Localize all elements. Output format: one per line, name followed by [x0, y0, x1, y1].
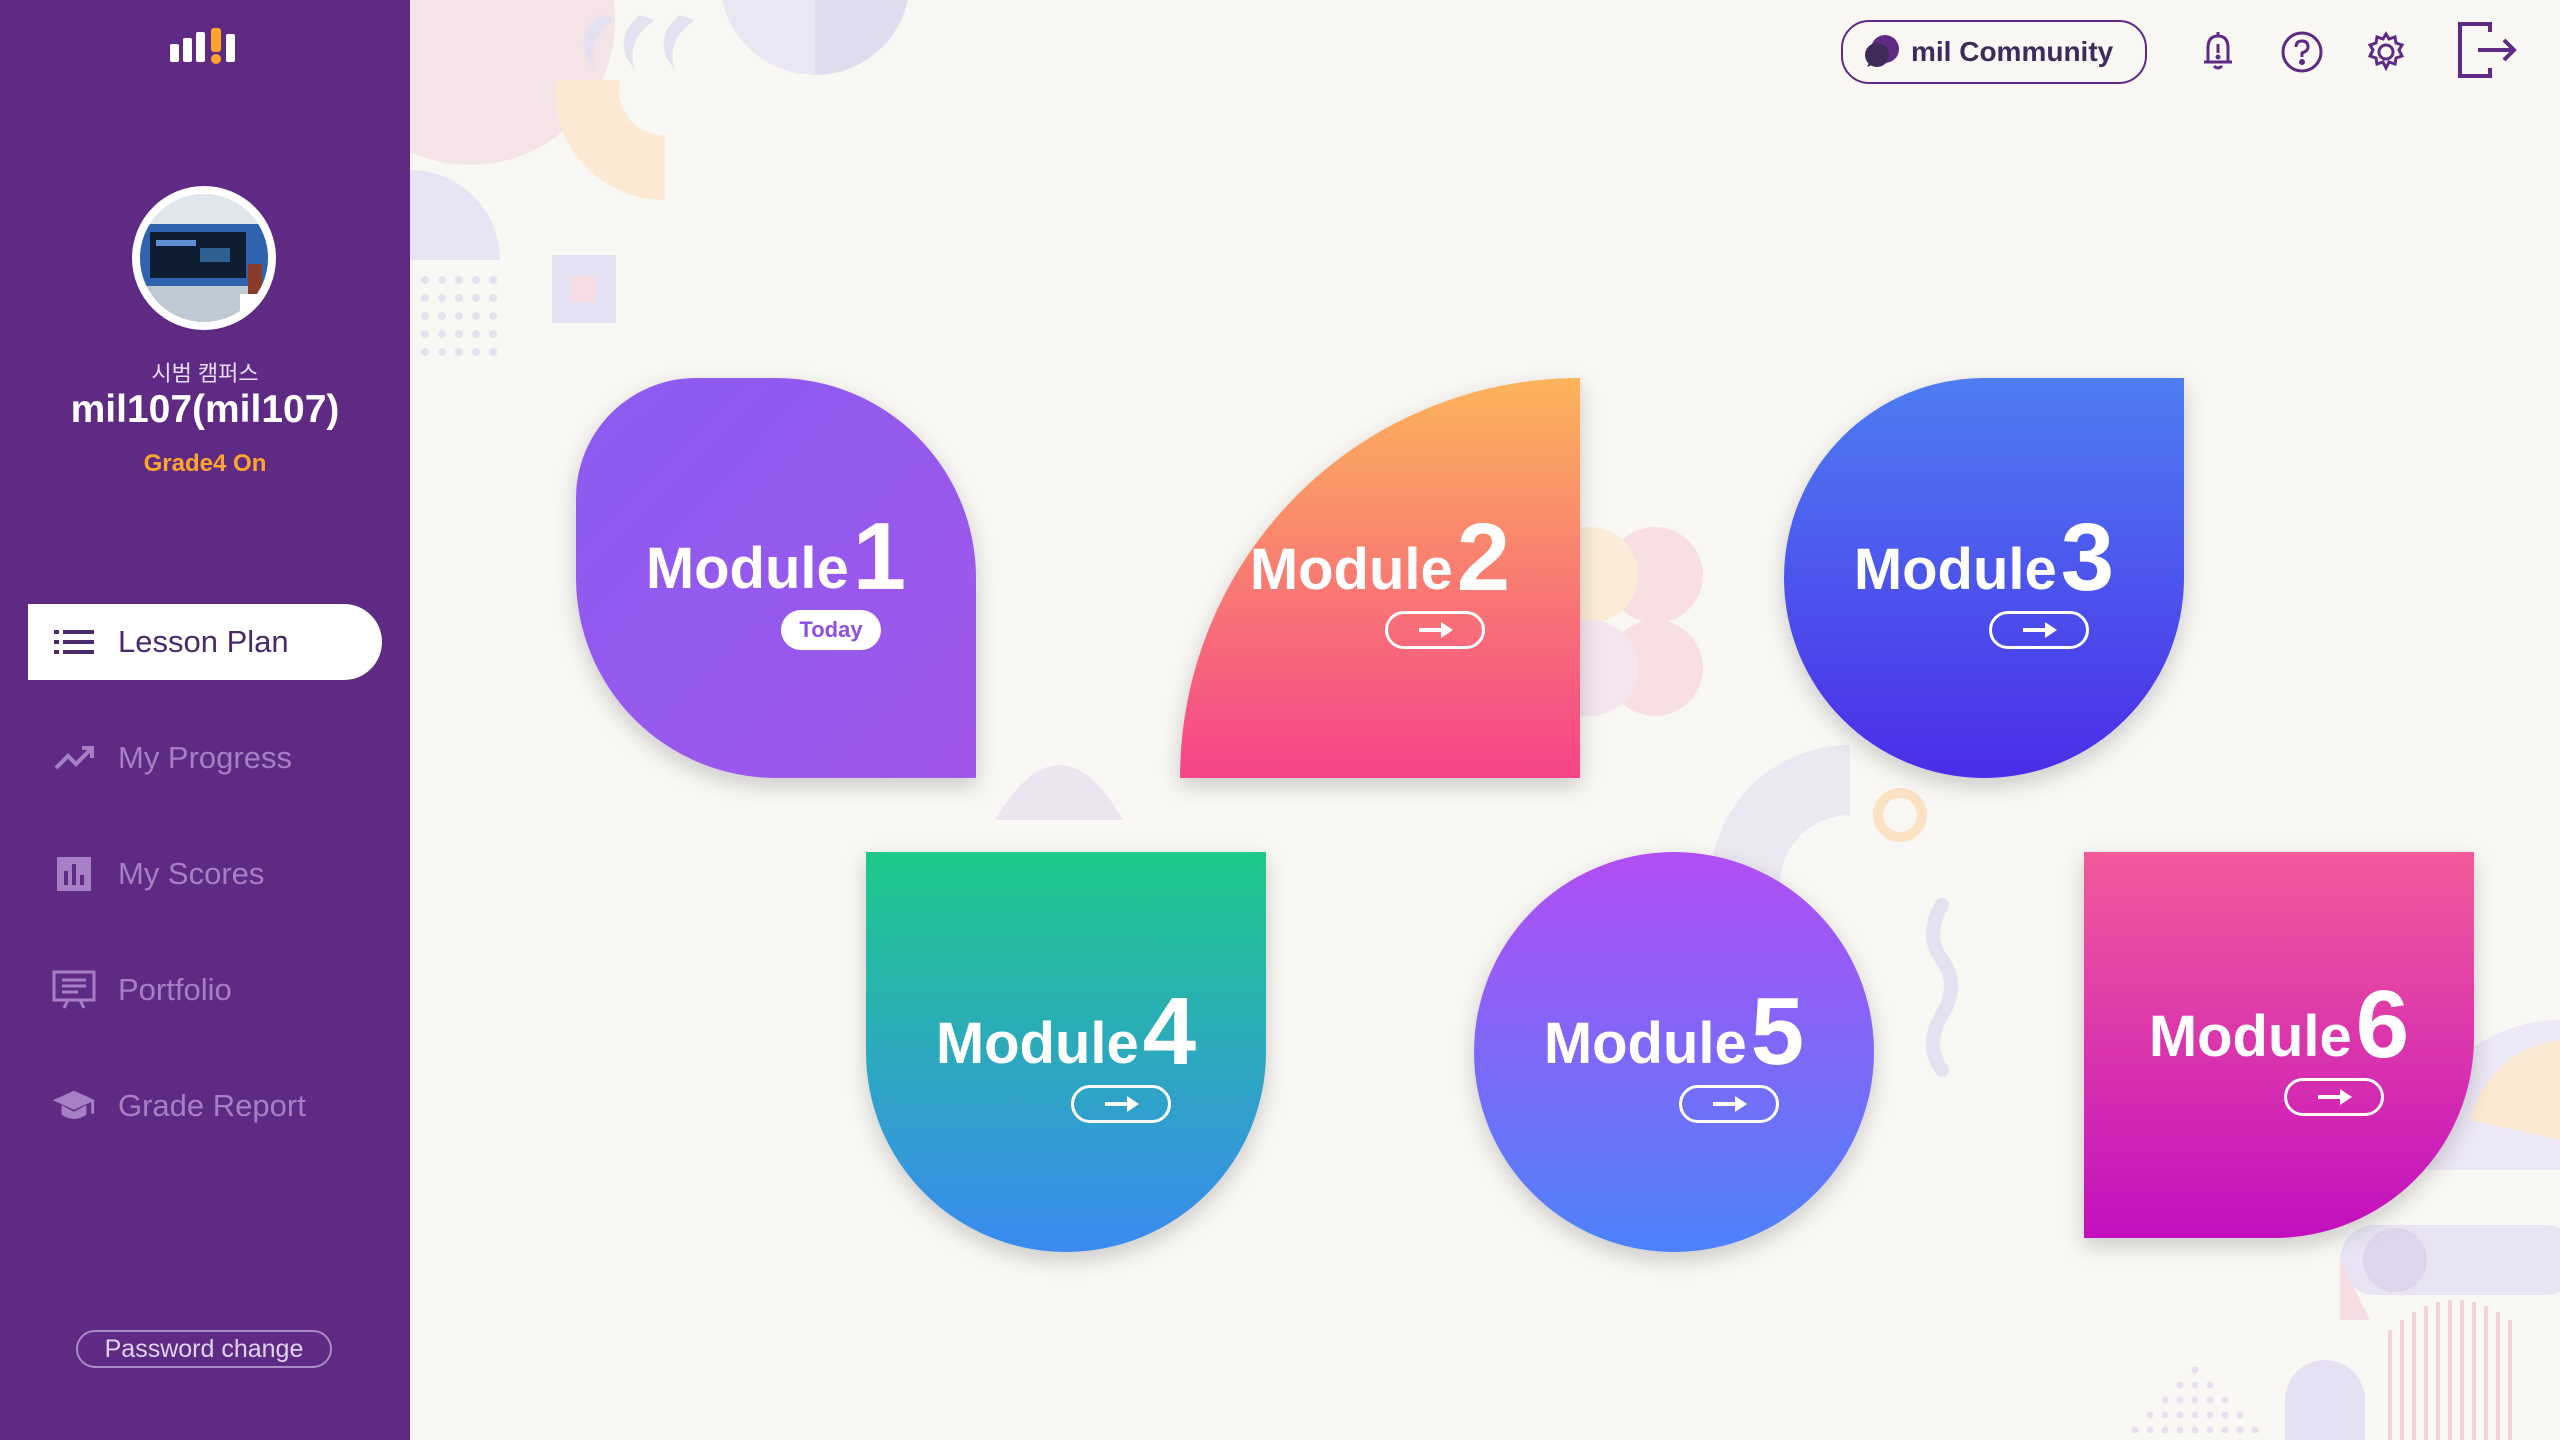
- module-number: 3: [2060, 504, 2115, 612]
- bar-chart-icon: [52, 852, 96, 896]
- password-change-button[interactable]: Password change: [76, 1330, 332, 1368]
- module-5-card[interactable]: Module 5: [1474, 852, 1874, 1252]
- settings-icon[interactable]: [2358, 22, 2414, 78]
- module-4-card[interactable]: Module 4: [866, 852, 1266, 1252]
- today-badge: Today: [781, 609, 881, 650]
- bell-icon[interactable]: [2190, 22, 2246, 78]
- community-label: mil Community: [1911, 36, 2114, 67]
- nav-my-scores[interactable]: My Scores: [28, 836, 382, 912]
- chat-bubble-icon: [1863, 33, 1901, 71]
- module-word: Module: [2148, 1003, 2352, 1069]
- presentation-icon: [52, 968, 96, 1012]
- module-number: 2: [1456, 504, 1511, 612]
- username: mil107(mil107): [70, 388, 340, 431]
- module-word: Module: [645, 535, 849, 601]
- nav-lesson-plan[interactable]: Lesson Plan: [28, 604, 382, 680]
- nav-grade-report[interactable]: Grade Report: [28, 1068, 382, 1144]
- module-word: Module: [935, 1010, 1139, 1076]
- logout-icon[interactable]: [2454, 18, 2520, 84]
- sidebar: 시범 캠퍼스 mil107(mil107) Grade4 On Lesson P…: [0, 0, 410, 1440]
- arrow-right-icon[interactable]: [1679, 1084, 1779, 1123]
- nav-label: Lesson Plan: [118, 624, 289, 659]
- module-word: Module: [1543, 1010, 1747, 1076]
- logo-icon[interactable]: [168, 26, 244, 66]
- arrow-right-icon[interactable]: [1989, 610, 2089, 649]
- module-number: 5: [1750, 978, 1805, 1086]
- module-3-card[interactable]: Module 3: [1784, 378, 2184, 778]
- module-1-card[interactable]: Module 1 Today: [576, 378, 976, 778]
- help-icon[interactable]: [2274, 22, 2330, 78]
- nav-portfolio[interactable]: Portfolio: [28, 952, 382, 1028]
- nav-label: Portfolio: [118, 972, 232, 1007]
- arrow-right-icon[interactable]: [2284, 1077, 2384, 1116]
- module-word: Module: [1249, 536, 1453, 602]
- nav-my-progress[interactable]: My Progress: [28, 720, 382, 796]
- module-word: Module: [1853, 536, 2057, 602]
- module-number: 4: [1142, 978, 1197, 1086]
- list-icon: [52, 620, 96, 664]
- community-button[interactable]: mil Community: [1841, 20, 2147, 84]
- nav-label: My Progress: [118, 740, 292, 775]
- grade-label: Grade4 On: [143, 450, 267, 477]
- trending-up-icon: [52, 736, 96, 780]
- arrow-right-icon[interactable]: [1385, 610, 1485, 649]
- nav-label: My Scores: [118, 856, 265, 891]
- arrow-right-icon[interactable]: [1071, 1084, 1171, 1123]
- module-number: 1: [852, 503, 907, 611]
- campus-name: 시범 캠퍼스: [151, 361, 259, 386]
- graduation-cap-icon: [52, 1084, 96, 1128]
- avatar[interactable]: [132, 186, 276, 330]
- module-number: 6: [2355, 971, 2410, 1079]
- nav-label: Grade Report: [118, 1088, 306, 1123]
